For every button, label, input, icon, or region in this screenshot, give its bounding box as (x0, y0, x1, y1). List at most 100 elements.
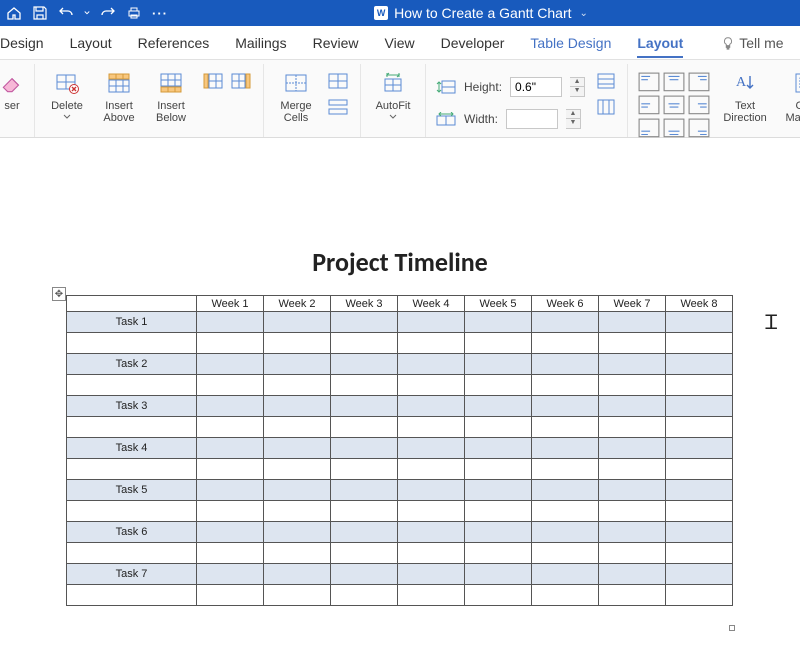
gantt-cell[interactable] (264, 564, 331, 585)
header-week[interactable]: Week 4 (398, 296, 465, 312)
save-icon[interactable] (32, 5, 48, 21)
header-week[interactable]: Week 2 (264, 296, 331, 312)
gantt-cell[interactable] (331, 417, 398, 438)
tab-table-design[interactable]: Table Design (530, 29, 611, 57)
gantt-cell[interactable] (264, 501, 331, 522)
gantt-cell[interactable] (398, 375, 465, 396)
gantt-cell[interactable] (264, 354, 331, 375)
gantt-cell[interactable] (532, 312, 599, 333)
task-label-cell[interactable]: Task 3 (67, 396, 197, 417)
height-spinner[interactable]: ▲▼ (570, 77, 585, 97)
undo-dropdown-icon[interactable] (84, 5, 90, 21)
gantt-cell[interactable] (398, 354, 465, 375)
tab-design[interactable]: Design (0, 29, 44, 57)
task-body-row[interactable] (67, 375, 733, 396)
delete-button[interactable]: Delete (45, 68, 89, 119)
gantt-cell[interactable] (532, 522, 599, 543)
gantt-cell[interactable] (465, 396, 532, 417)
tab-references[interactable]: References (138, 29, 210, 57)
document-canvas[interactable]: Project Timeline ✥ Week 1 Week 2 Week 3 … (0, 138, 800, 668)
tell-me-search[interactable]: Tell me (721, 35, 783, 51)
gantt-cell[interactable] (331, 522, 398, 543)
gantt-cell[interactable] (197, 333, 264, 354)
gantt-cell[interactable] (264, 312, 331, 333)
header-blank[interactable] (67, 296, 197, 312)
header-week[interactable]: Week 5 (465, 296, 532, 312)
gantt-cell[interactable] (465, 417, 532, 438)
gantt-cell[interactable] (666, 396, 733, 417)
gantt-cell[interactable] (599, 501, 666, 522)
gantt-cell[interactable] (532, 438, 599, 459)
gantt-cell[interactable] (197, 375, 264, 396)
insert-above-button[interactable]: Insert Above (97, 68, 141, 124)
align-top-center-button[interactable] (663, 72, 685, 92)
gantt-cell[interactable] (67, 333, 197, 354)
width-spinner[interactable]: ▲▼ (566, 109, 581, 129)
task-label-cell[interactable]: Task 4 (67, 438, 197, 459)
text-direction-button[interactable]: A Text Direction (718, 68, 772, 124)
width-input[interactable] (506, 109, 558, 129)
more-commands-icon[interactable]: ··· (152, 5, 168, 21)
gantt-cell[interactable] (666, 354, 733, 375)
task-label-cell[interactable]: Task 7 (67, 564, 197, 585)
gantt-cell[interactable] (331, 354, 398, 375)
merge-cells-button[interactable]: Merge Cells (274, 68, 318, 124)
gantt-cell[interactable] (197, 396, 264, 417)
task-label-row[interactable]: Task 3 (67, 396, 733, 417)
header-week[interactable]: Week 7 (599, 296, 666, 312)
gantt-cell[interactable] (532, 543, 599, 564)
task-body-row[interactable] (67, 543, 733, 564)
gantt-cell[interactable] (398, 312, 465, 333)
tab-view[interactable]: View (385, 29, 415, 57)
split-table-button[interactable] (326, 96, 350, 118)
gantt-cell[interactable] (532, 333, 599, 354)
task-body-row[interactable] (67, 333, 733, 354)
gantt-cell[interactable] (465, 438, 532, 459)
header-week[interactable]: Week 8 (666, 296, 733, 312)
task-body-row[interactable] (67, 417, 733, 438)
gantt-cell[interactable] (666, 333, 733, 354)
gantt-cell[interactable] (197, 522, 264, 543)
gantt-cell[interactable] (67, 585, 197, 606)
gantt-cell[interactable] (532, 459, 599, 480)
gantt-cell[interactable] (197, 417, 264, 438)
gantt-cell[interactable] (398, 480, 465, 501)
gantt-cell[interactable] (666, 480, 733, 501)
gantt-cell[interactable] (599, 564, 666, 585)
gantt-cell[interactable] (532, 375, 599, 396)
gantt-cell[interactable] (331, 333, 398, 354)
gantt-cell[interactable] (331, 375, 398, 396)
gantt-cell[interactable] (398, 585, 465, 606)
gantt-cell[interactable] (532, 480, 599, 501)
print-icon[interactable] (126, 5, 142, 21)
gantt-cell[interactable] (197, 501, 264, 522)
gantt-cell[interactable] (331, 459, 398, 480)
gantt-cell[interactable] (666, 459, 733, 480)
gantt-cell[interactable] (67, 501, 197, 522)
gantt-cell[interactable] (599, 438, 666, 459)
gantt-cell[interactable] (465, 375, 532, 396)
task-label-cell[interactable]: Task 2 (67, 354, 197, 375)
gantt-cell[interactable] (666, 417, 733, 438)
gantt-cell[interactable] (465, 564, 532, 585)
align-top-right-button[interactable] (688, 72, 710, 92)
gantt-cell[interactable] (465, 522, 532, 543)
gantt-cell[interactable] (532, 417, 599, 438)
page-title[interactable]: Project Timeline (0, 246, 800, 278)
insert-left-button[interactable] (201, 70, 225, 92)
gantt-cell[interactable] (666, 501, 733, 522)
gantt-cell[interactable] (197, 480, 264, 501)
gantt-cell[interactable] (666, 438, 733, 459)
gantt-cell[interactable] (599, 312, 666, 333)
redo-icon[interactable] (100, 5, 116, 21)
align-middle-center-button[interactable] (663, 95, 685, 115)
gantt-cell[interactable] (197, 564, 264, 585)
gantt-cell[interactable] (599, 522, 666, 543)
split-cells-button[interactable] (326, 70, 350, 92)
gantt-table[interactable]: Week 1 Week 2 Week 3 Week 4 Week 5 Week … (66, 295, 733, 606)
gantt-cell[interactable] (398, 564, 465, 585)
gantt-cell[interactable] (465, 333, 532, 354)
gantt-cell[interactable] (197, 354, 264, 375)
gantt-cell[interactable] (599, 354, 666, 375)
gantt-cell[interactable] (197, 585, 264, 606)
